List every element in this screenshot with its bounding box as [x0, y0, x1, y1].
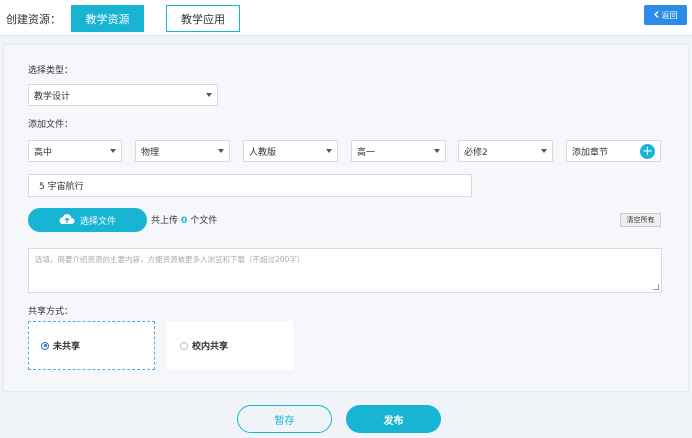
subject-select[interactable]: 物理 — [135, 140, 230, 162]
save-draft-button[interactable]: 暂存 — [237, 405, 332, 433]
type-select[interactable]: 教学设计 — [28, 84, 218, 106]
clear-all-button[interactable]: 清空所有 — [620, 213, 661, 227]
upload-count-suffix: 个文件 — [190, 216, 218, 226]
caret-down-icon — [218, 149, 224, 153]
type-select-value: 教学设计 — [34, 91, 71, 102]
tab-teaching-resource[interactable]: 教学资源 — [71, 5, 144, 32]
select-file-button[interactable]: 选择文件 — [28, 208, 147, 232]
share-option-school-label: 校内共享 — [192, 342, 229, 352]
radio-unchecked-icon[interactable] — [180, 341, 188, 350]
upload-count-number: 0 — [181, 216, 188, 226]
upload-count-text: 共上传 0 个文件 — [151, 213, 217, 226]
file-label: 添加文件： — [28, 120, 74, 130]
select-file-label: 选择文件 — [79, 216, 116, 227]
top-bar: 创建资源： 教学资源 教学应用 返回 — [0, 0, 692, 36]
volume-select[interactable]: 必修2 — [458, 140, 553, 162]
caret-down-icon — [206, 93, 212, 97]
caret-down-icon — [541, 149, 547, 153]
subject-select-value: 物理 — [141, 147, 160, 158]
publisher-select-value: 人教版 — [249, 147, 277, 158]
caret-down-icon — [110, 149, 116, 153]
radio-checked-icon[interactable] — [41, 341, 49, 350]
back-button[interactable]: 返回 — [644, 5, 687, 25]
tab-teaching-application[interactable]: 教学应用 — [166, 5, 240, 32]
cloud-upload-icon — [59, 213, 75, 228]
caret-down-icon — [326, 149, 332, 153]
share-option-private-label: 未共享 — [53, 342, 81, 352]
chevron-left-icon — [653, 10, 659, 20]
plus-icon[interactable]: + — [640, 144, 655, 159]
grade-select[interactable]: 高一 — [351, 140, 446, 162]
volume-select-value: 必修2 — [464, 147, 488, 158]
grade-select-value: 高一 — [357, 147, 376, 158]
stage-select[interactable]: 高中 — [28, 140, 122, 162]
caret-down-icon — [434, 149, 440, 153]
description-textarea[interactable]: 选填，简要介绍资源的主要内容，方便资源被更多人浏览和下载（不超过200字） — [28, 248, 662, 293]
type-label: 选择类型： — [28, 66, 74, 76]
chapter-value: 5 宇宙航行 — [39, 182, 84, 192]
resize-grip-icon[interactable] — [653, 284, 659, 290]
create-resource-label: 创建资源： — [6, 13, 61, 26]
upload-count-prefix: 共上传 — [151, 216, 179, 226]
publisher-select[interactable]: 人教版 — [243, 140, 338, 162]
description-placeholder: 选填，简要介绍资源的主要内容，方便资源被更多人浏览和下载（不超过200字） — [35, 255, 305, 264]
share-label: 共享方式： — [28, 307, 74, 317]
stage-select-value: 高中 — [34, 147, 53, 158]
add-chapter-field[interactable]: 添加章节 + — [566, 140, 661, 162]
add-chapter-label: 添加章节 — [572, 147, 609, 158]
chapter-field[interactable]: 5 宇宙航行 — [28, 174, 472, 197]
publish-button[interactable]: 发布 — [346, 405, 441, 433]
back-label: 返回 — [661, 10, 678, 20]
share-option-private[interactable]: 未共享 — [28, 321, 155, 370]
share-option-school[interactable]: 校内共享 — [167, 321, 293, 370]
